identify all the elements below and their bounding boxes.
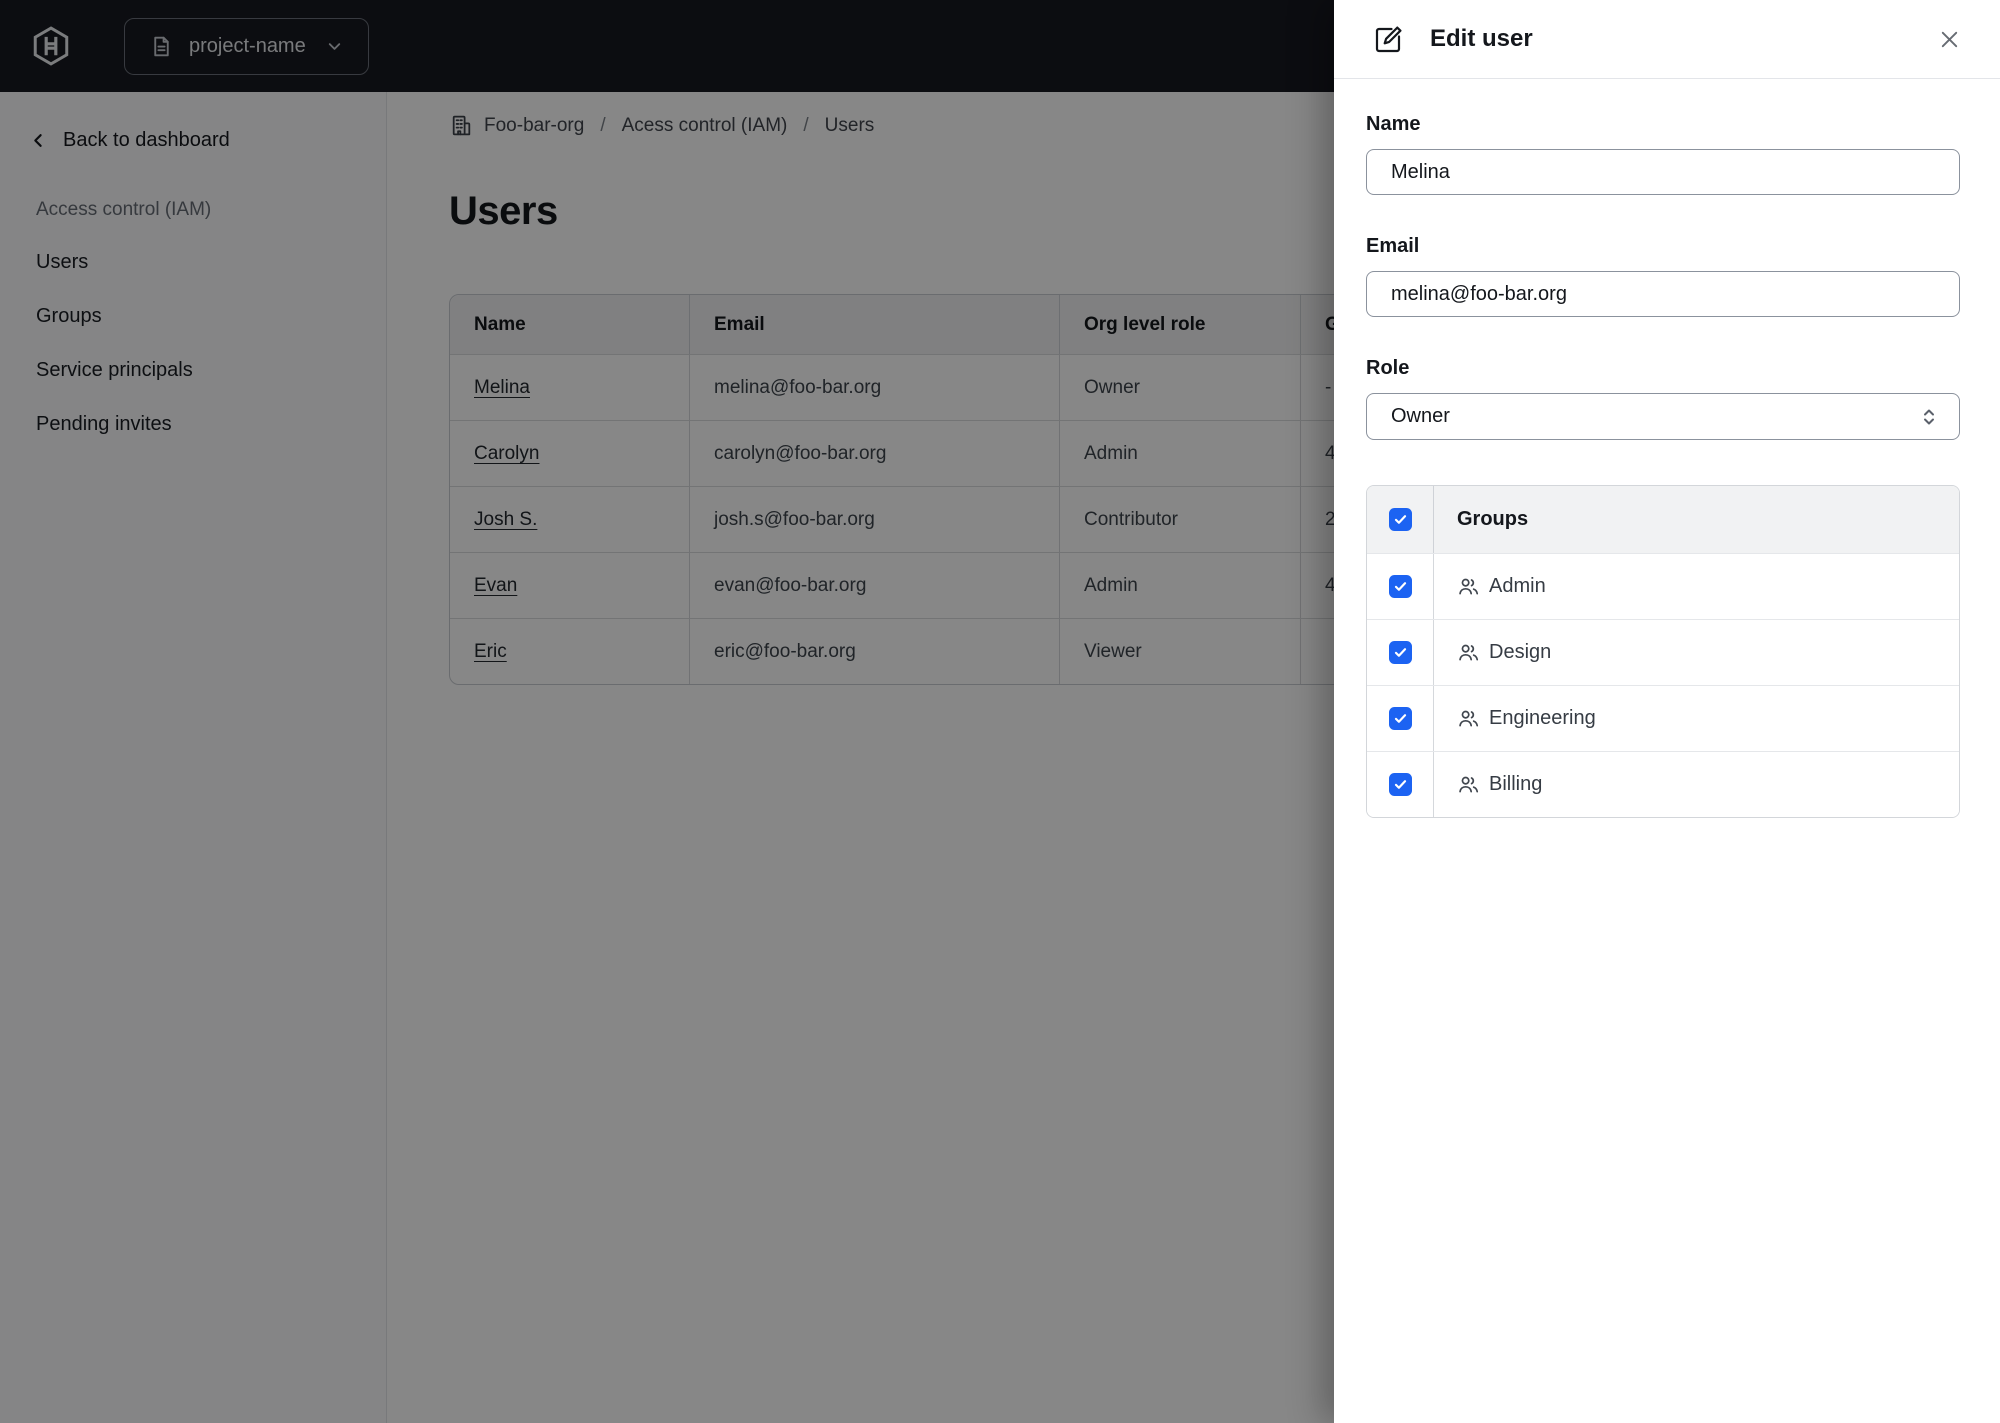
- role-select[interactable]: Owner: [1366, 393, 1960, 440]
- group-checkbox[interactable]: [1388, 773, 1412, 796]
- checkmark-icon: [1394, 648, 1406, 657]
- users-icon: [1459, 578, 1479, 595]
- users-icon: [1459, 710, 1479, 727]
- drawer-header: Edit user: [1334, 0, 2000, 79]
- checkmark-icon: [1394, 582, 1406, 591]
- select-all-groups-checkbox[interactable]: [1388, 508, 1412, 531]
- groups-picker-header: Groups: [1367, 486, 1959, 553]
- screen: project-name Back to dashboard Access co…: [0, 0, 2000, 1423]
- group-row: Engineering: [1367, 685, 1959, 751]
- name-field[interactable]: [1366, 149, 1960, 195]
- group-name-label: Engineering: [1489, 707, 1596, 729]
- group-name-label: Billing: [1489, 773, 1543, 795]
- close-button[interactable]: [1934, 24, 1964, 54]
- drawer-title: Edit user: [1430, 25, 1533, 52]
- email-field-label: Email: [1366, 235, 1420, 257]
- group-checkbox[interactable]: [1388, 641, 1412, 664]
- checkmark-icon: [1394, 714, 1406, 723]
- groups-picker: Groups Admin Design Engineering Billing: [1366, 485, 1960, 818]
- group-row: Billing: [1367, 751, 1959, 817]
- email-field[interactable]: [1366, 271, 1960, 317]
- drawer-body: Name Email Role Owner: [1334, 112, 2000, 818]
- group-row: Admin: [1367, 553, 1959, 619]
- caret-updown-icon: [1924, 409, 1934, 424]
- role-selected-value: Owner: [1391, 405, 1450, 427]
- group-checkbox[interactable]: [1388, 575, 1412, 598]
- users-icon: [1459, 776, 1479, 793]
- group-row: Design: [1367, 619, 1959, 685]
- edit-pencil-icon: [1375, 26, 1402, 53]
- role-field-label: Role: [1366, 357, 1410, 379]
- users-icon: [1459, 644, 1479, 661]
- close-icon: [1941, 31, 1957, 47]
- group-name-label: Admin: [1489, 575, 1546, 597]
- name-field-label: Name: [1366, 113, 1421, 135]
- groups-header-label: Groups: [1457, 508, 1529, 530]
- checkmark-icon: [1394, 515, 1406, 524]
- edit-user-drawer: Edit user Name Email Role Owner: [1334, 0, 2000, 1423]
- group-name-label: Design: [1489, 641, 1552, 663]
- group-checkbox[interactable]: [1388, 707, 1412, 730]
- checkmark-icon: [1394, 780, 1406, 789]
